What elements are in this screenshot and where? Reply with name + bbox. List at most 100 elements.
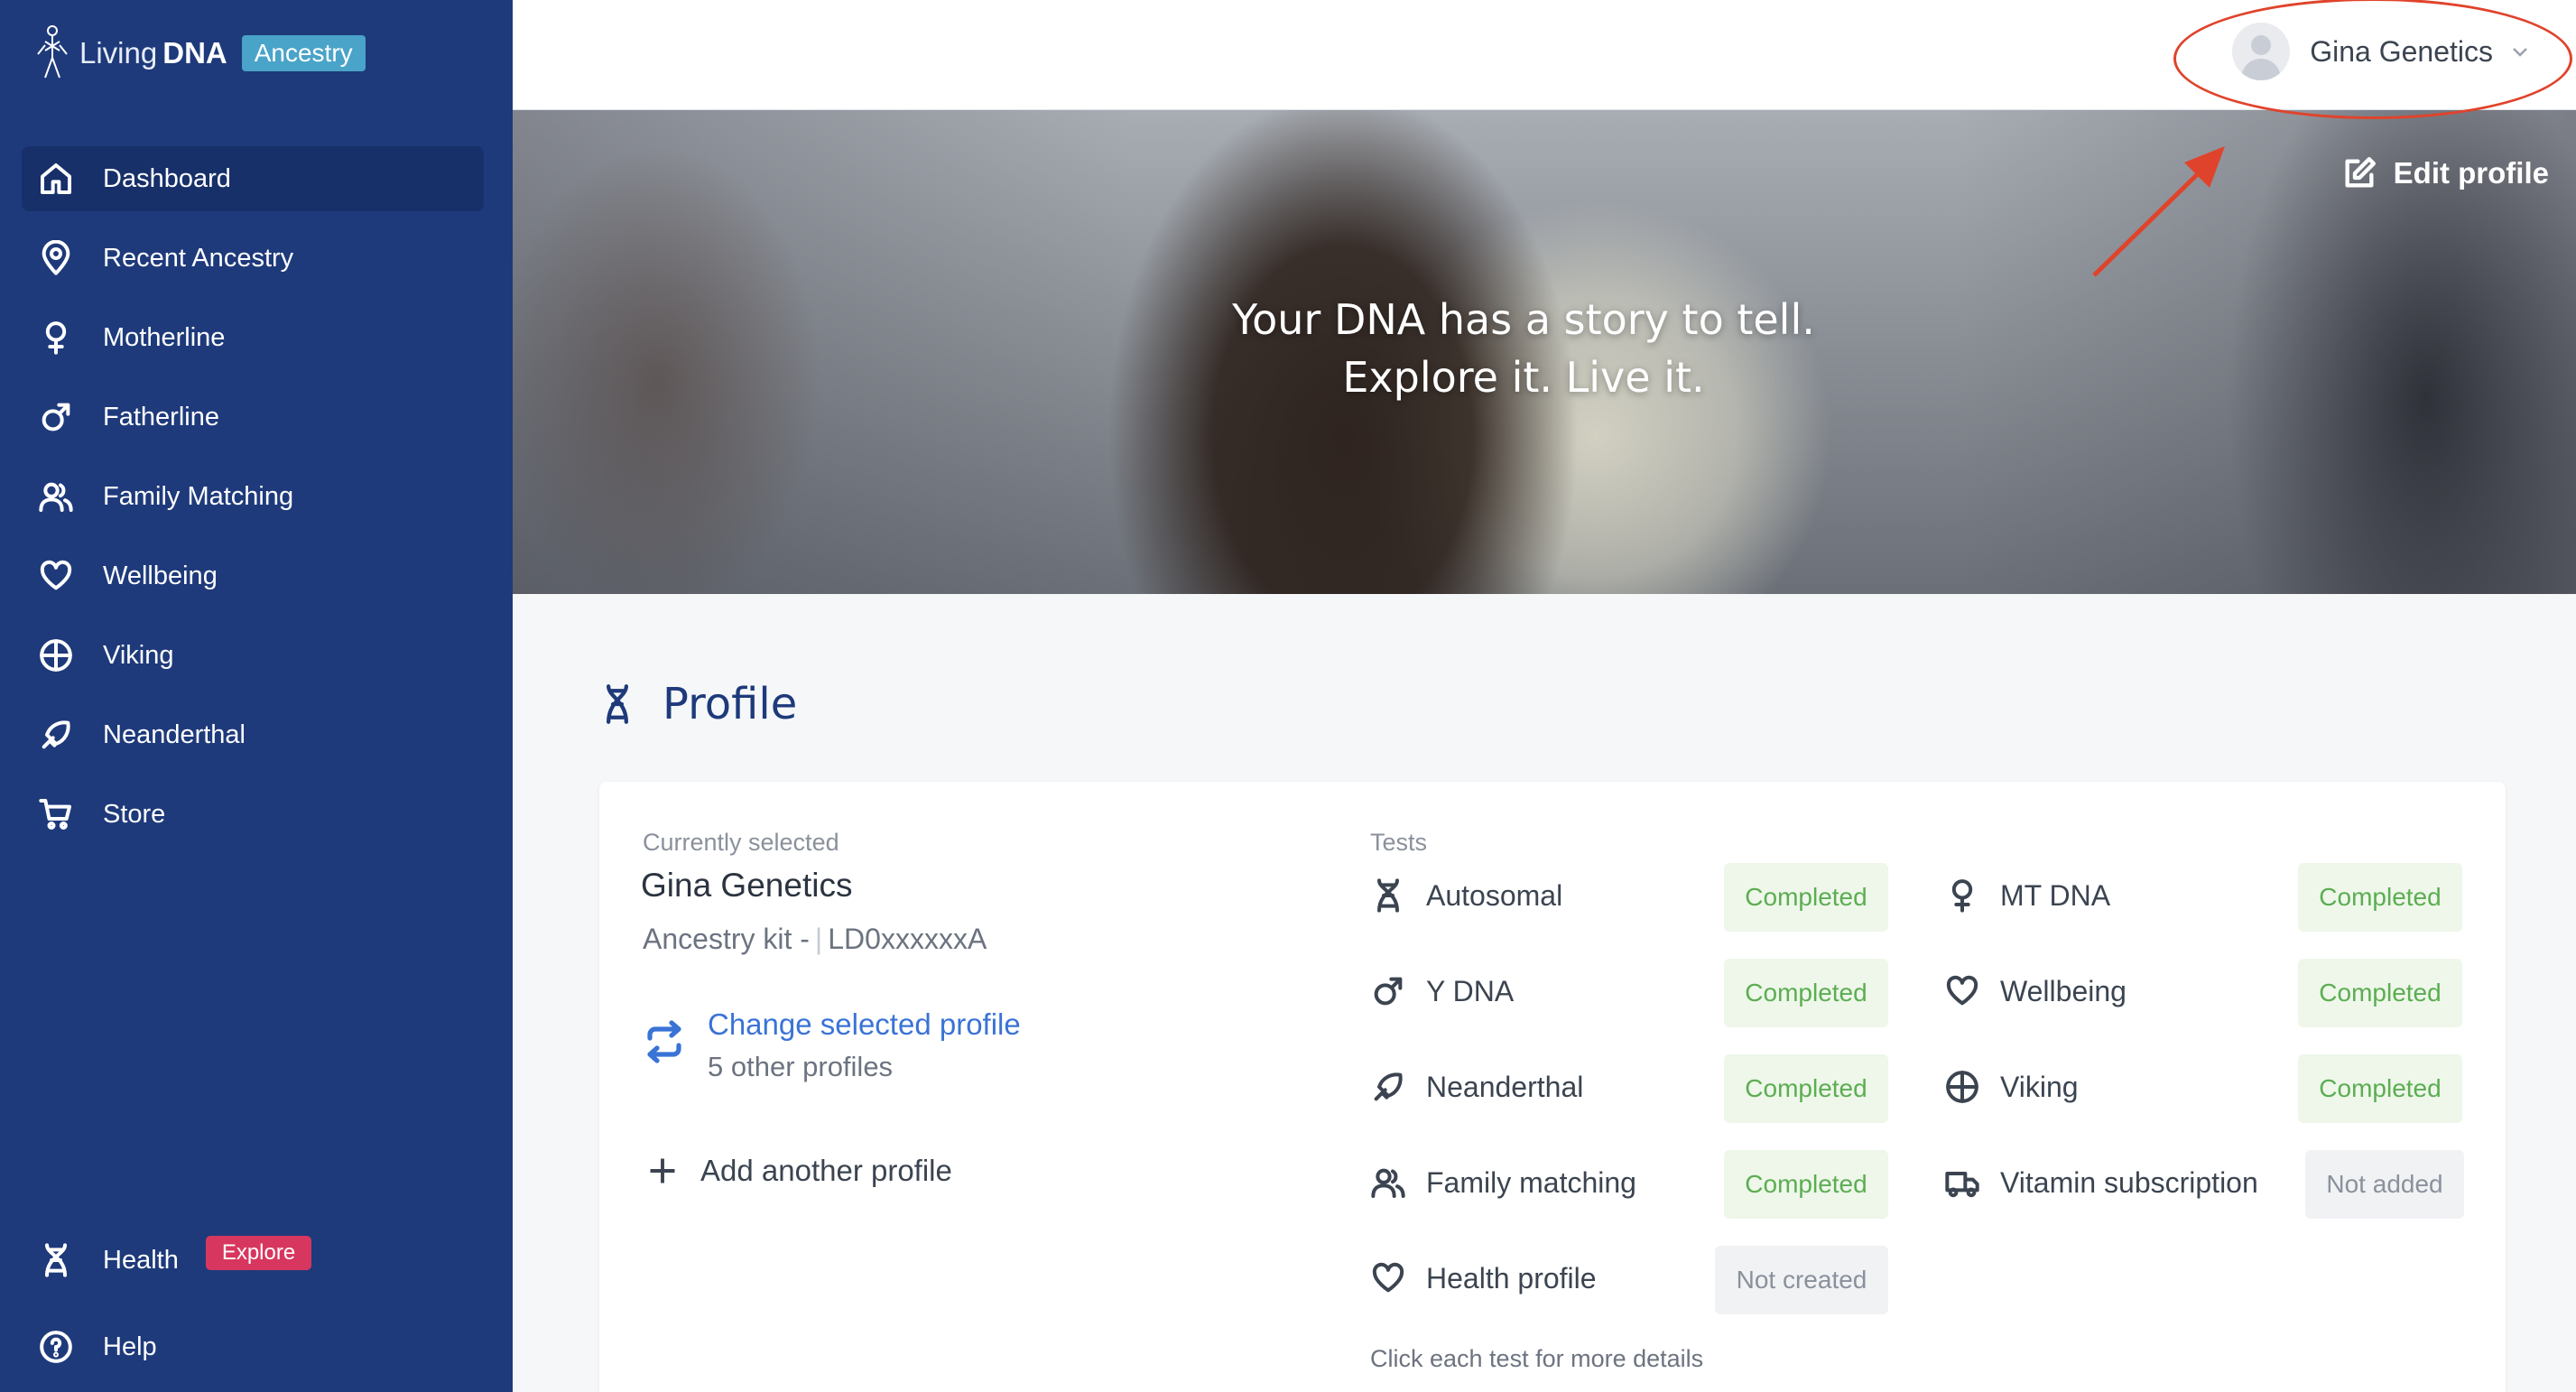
dna-icon <box>607 684 628 724</box>
test-autosomal[interactable]: Autosomal <box>1368 861 1562 930</box>
kit-info: Ancestry kit - | LD0xxxxxxA <box>643 923 987 955</box>
dna-icon <box>36 1240 76 1280</box>
help-circle-icon <box>36 1327 76 1367</box>
female-icon <box>1942 876 1982 915</box>
test-name: Vitamin subscription <box>2000 1165 2258 1199</box>
map-pin-icon <box>36 238 76 278</box>
edit-profile-label: Edit profile <box>2393 156 2549 190</box>
annotation-ellipse <box>2173 0 2572 119</box>
add-profile-button[interactable]: Add another profile <box>646 1154 952 1188</box>
test-viking[interactable]: Viking <box>1942 1053 2079 1121</box>
hero-tagline: Your DNA has a story to tell. Explore it… <box>513 291 2576 406</box>
sidebar-nav: Dashboard Recent Ancestry Motherline Fat… <box>22 146 484 861</box>
cart-icon <box>36 794 76 834</box>
add-profile-label: Add another profile <box>700 1154 952 1187</box>
logo-icon <box>37 25 68 79</box>
sidebar-item-neanderthal[interactable]: Neanderthal <box>22 702 484 767</box>
sidebar-item-help[interactable]: Help <box>22 1314 484 1379</box>
plus-icon <box>650 1158 675 1183</box>
sidebar-item-family-matching[interactable]: Family Matching <box>22 464 484 529</box>
annotation-arrow <box>2092 146 2225 277</box>
test-mt-dna[interactable]: MT DNA <box>1942 861 2110 930</box>
kit-id: LD0xxxxxxA <box>828 923 987 955</box>
brand-logo[interactable]: Living DNA Ancestry <box>34 22 366 85</box>
test-family-matching[interactable]: Family matching <box>1368 1148 1636 1217</box>
profile-heading: Profile <box>599 679 797 729</box>
sidebar-item-dashboard[interactable]: Dashboard <box>22 146 484 211</box>
users-icon <box>1368 1163 1408 1202</box>
test-health-profile[interactable]: Health profile <box>1368 1244 1597 1313</box>
truck-icon <box>1942 1163 1982 1202</box>
sidebar-item-label: Dashboard <box>103 163 231 193</box>
test-y-dna[interactable]: Y DNA <box>1368 957 1514 1025</box>
hero-banner: Your DNA has a story to tell. Explore it… <box>513 110 2576 594</box>
sidebar-item-store[interactable]: Store <box>22 782 484 847</box>
profile-card: Currently selected Gina Genetics Ancestr… <box>599 782 2506 1392</box>
sidebar: Living DNA Ancestry Dashboard Recent Anc… <box>0 0 513 1392</box>
currently-selected-label: Currently selected <box>643 829 839 856</box>
test-name: Viking <box>2000 1070 2079 1103</box>
sidebar-item-label: Fatherline <box>103 402 219 432</box>
test-name: Y DNA <box>1426 974 1515 1007</box>
test-name: Wellbeing <box>2000 974 2127 1007</box>
sidebar-item-label: Viking <box>103 640 174 670</box>
sidebar-item-label: Recent Ancestry <box>103 243 294 273</box>
brand-name-light: Living <box>79 36 158 70</box>
test-name: Neanderthal <box>1426 1070 1584 1103</box>
status-badge: Completed <box>1724 1054 1888 1123</box>
sidebar-item-label: Store <box>103 799 166 829</box>
sidebar-item-recent-ancestry[interactable]: Recent Ancestry <box>22 226 484 291</box>
brand-badge: Ancestry <box>241 35 366 71</box>
test-name: MT DNA <box>2000 878 2111 912</box>
users-icon <box>36 477 76 516</box>
sidebar-item-label: Neanderthal <box>103 719 246 749</box>
status-badge: Completed <box>2298 959 2462 1027</box>
test-name: Family matching <box>1426 1165 1636 1199</box>
test-name: Autosomal <box>1426 878 1563 912</box>
edit-icon <box>2345 157 2376 188</box>
profile-name: Gina Genetics <box>641 867 853 904</box>
sidebar-item-fatherline[interactable]: Fatherline <box>22 385 484 450</box>
change-profile-button[interactable]: Change selected profile 5 other profiles <box>643 1007 1021 1083</box>
swap-icon <box>647 1020 681 1063</box>
test-neanderthal[interactable]: Neanderthal <box>1368 1053 1583 1121</box>
status-badge: Completed <box>1724 1150 1888 1219</box>
test-vitamin-subscription[interactable]: Vitamin subscription <box>1942 1148 2258 1217</box>
status-badge: Completed <box>1724 863 1888 932</box>
status-badge: Completed <box>2298 1054 2462 1123</box>
male-icon <box>36 397 76 437</box>
sidebar-bottom-nav: Health Explore <box>22 1228 484 1307</box>
male-icon <box>1368 971 1408 1011</box>
neanderthal-icon <box>1368 1067 1408 1107</box>
globe-icon <box>36 636 76 675</box>
sidebar-item-label: Family Matching <box>103 481 294 511</box>
status-badge: Completed <box>2298 863 2462 932</box>
page-title: Profile <box>663 679 798 729</box>
test-wellbeing[interactable]: Wellbeing <box>1942 957 2127 1025</box>
sidebar-item-label: Help <box>103 1332 157 1361</box>
hero-line-1: Your DNA has a story to tell. <box>1232 295 1815 344</box>
heart-icon <box>1368 1258 1408 1298</box>
other-profiles-count: 5 other profiles <box>708 1051 894 1082</box>
explore-badge[interactable]: Explore <box>205 1236 312 1270</box>
sidebar-item-wellbeing[interactable]: Wellbeing <box>22 543 484 608</box>
hero-line-2: Explore it. Live it. <box>1342 353 1705 402</box>
globe-icon <box>1942 1067 1982 1107</box>
status-badge: Not created <box>1715 1246 1888 1314</box>
sidebar-item-viking[interactable]: Viking <box>22 623 484 688</box>
kit-prefix: Ancestry kit - <box>643 923 810 955</box>
tests-hint: Click each test for more details <box>1370 1345 1704 1372</box>
sidebar-item-label: Wellbeing <box>103 561 218 590</box>
sidebar-item-health[interactable]: Health Explore <box>22 1228 484 1293</box>
dna-icon <box>1368 876 1408 915</box>
change-profile-link[interactable]: Change selected profile <box>708 1007 1021 1042</box>
heart-icon <box>1942 971 1982 1011</box>
status-badge: Completed <box>1724 959 1888 1027</box>
sidebar-item-label: Health <box>103 1245 179 1275</box>
sidebar-item-motherline[interactable]: Motherline <box>22 305 484 370</box>
brand-name-bold: DNA <box>162 36 227 70</box>
sidebar-item-label: Motherline <box>103 322 226 352</box>
edit-profile-button[interactable]: Edit profile <box>2341 155 2549 191</box>
test-name: Health profile <box>1426 1261 1597 1295</box>
female-icon <box>36 318 76 357</box>
